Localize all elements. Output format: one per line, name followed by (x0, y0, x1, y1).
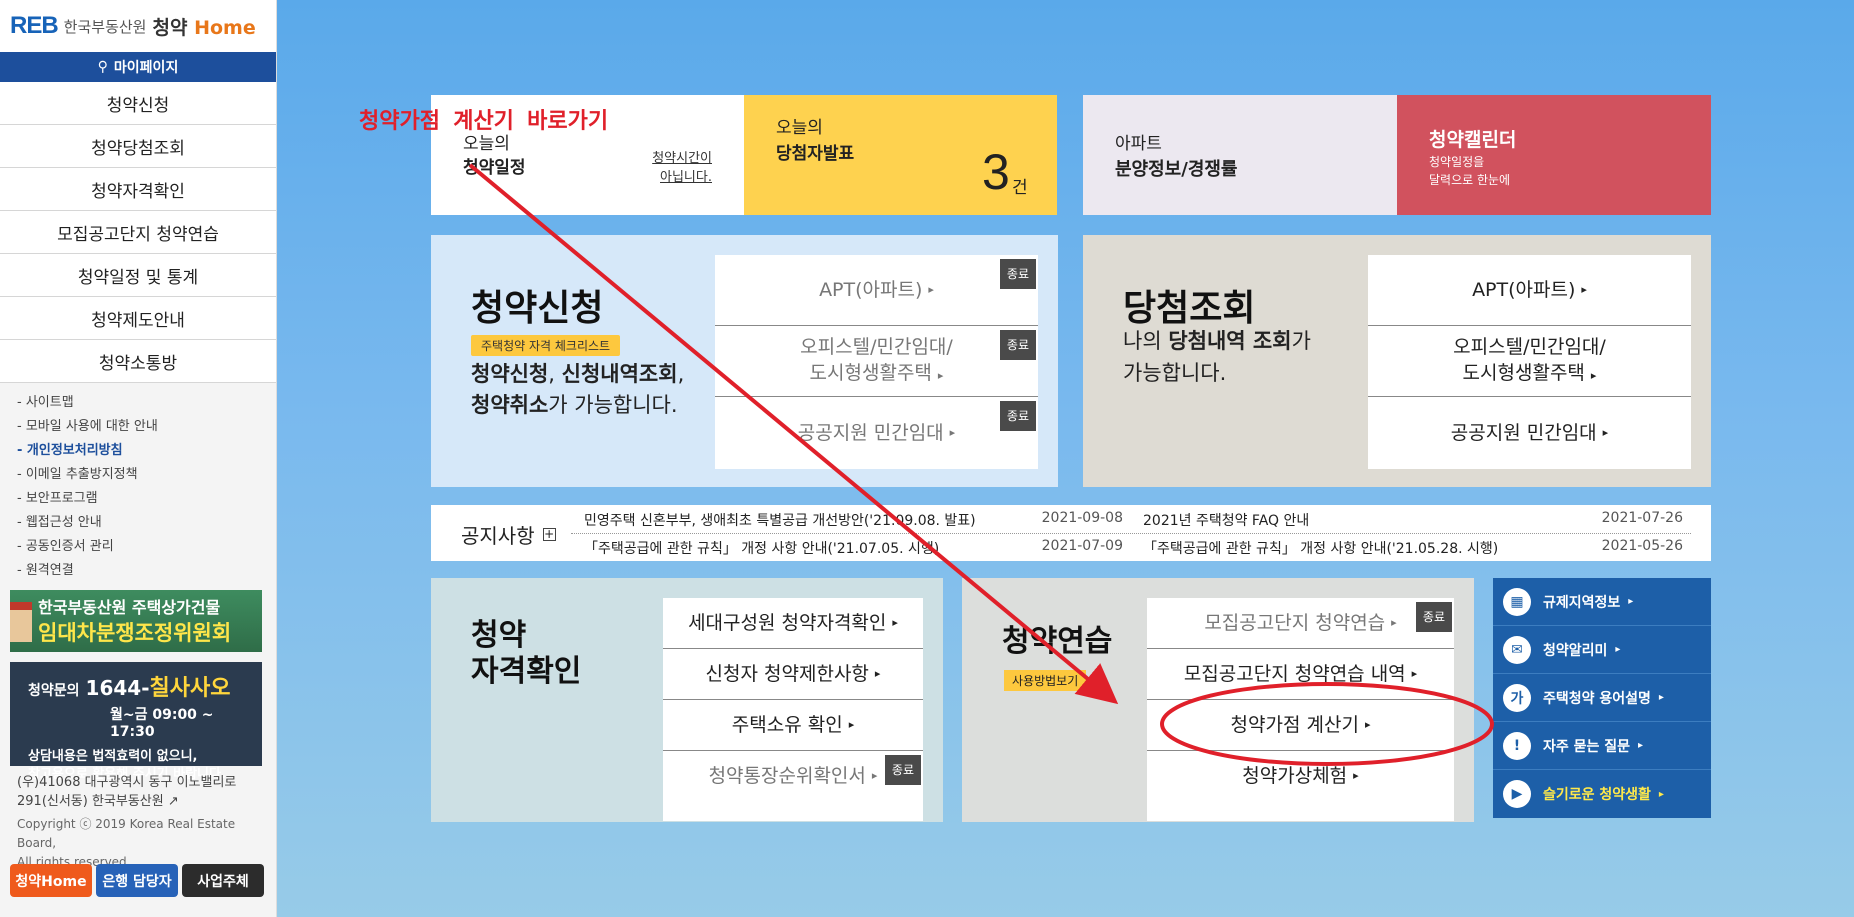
annotation-circle (1160, 682, 1494, 766)
annotation-arrow (468, 163, 1119, 705)
annotation-overlay (468, 163, 1494, 766)
annotation-text: 청약가점 계산기 바로가기 (359, 109, 609, 134)
